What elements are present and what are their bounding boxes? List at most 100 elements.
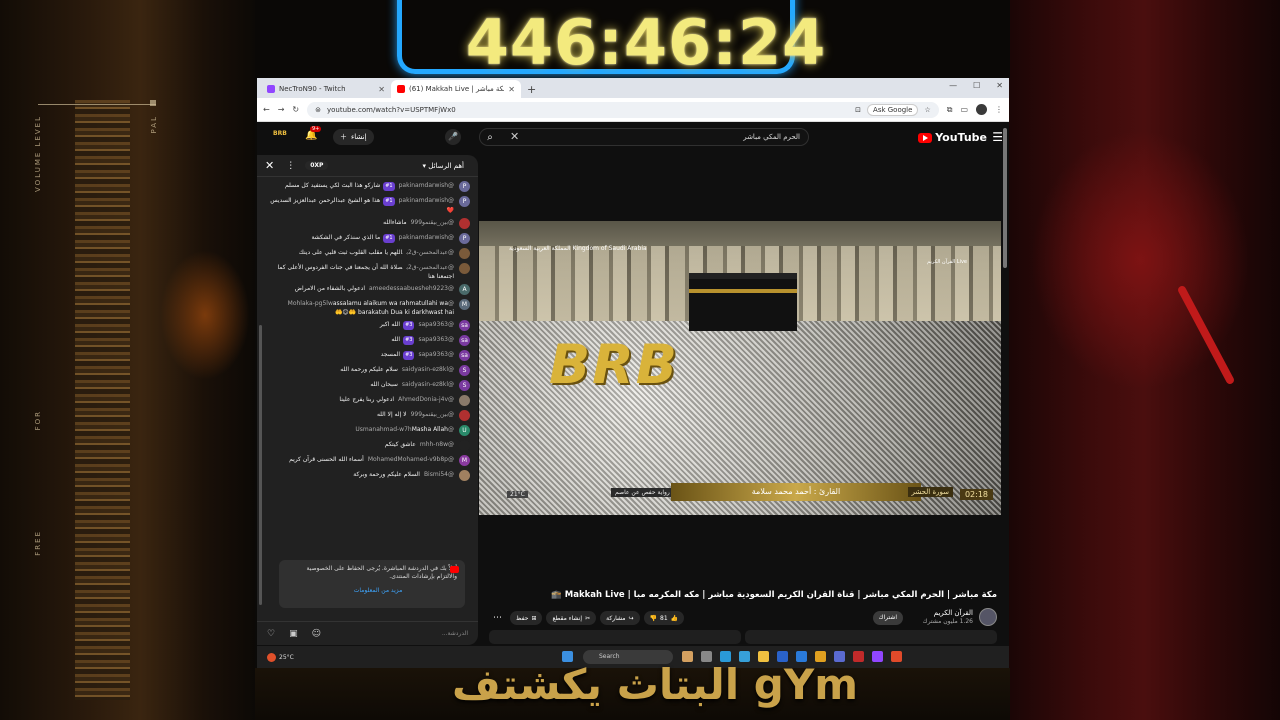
create-label: إنشاء	[351, 133, 367, 141]
browser-menu-icon[interactable]: ⋮	[995, 105, 1003, 114]
address-bar: ← → ↻ ⊜ youtube.com/watch?v=USPTMFjWx0 ⊡…	[257, 98, 1009, 122]
share-button[interactable]: مشاركة ↪	[600, 611, 640, 625]
xp-badge[interactable]: 0XP	[305, 161, 329, 170]
maximize-icon[interactable]: ☐	[973, 81, 980, 90]
like-icon[interactable]: 👍	[671, 615, 678, 622]
close-chat-icon[interactable]: ✕	[265, 159, 274, 172]
chat-rank-badge: #3	[403, 321, 415, 330]
chat-avatar[interactable]	[459, 440, 470, 451]
chat-scrollbar[interactable]	[259, 325, 262, 605]
back-icon[interactable]: ←	[263, 105, 270, 114]
share-icon: ↪	[628, 614, 634, 622]
chat-author[interactable]: @بين_بيقنمو999	[411, 411, 454, 418]
chat-author[interactable]: @عبدالمحسن-ق2ب	[406, 264, 454, 271]
chat-text: ما الذي سنذكر في الشكشة	[311, 234, 381, 241]
more-actions-icon[interactable]: ⋯	[489, 611, 506, 625]
reload-icon[interactable]: ↻	[292, 105, 299, 114]
chat-author[interactable]: @MohamedMohamed-v9b8p	[368, 456, 454, 463]
clip-button[interactable]: إنشاء مقطع ✂	[546, 611, 597, 625]
chat-message-body: @sapa9363#3الله	[265, 335, 454, 345]
bookmark-icon[interactable]: ☆	[924, 106, 930, 114]
install-icon[interactable]: ⊡	[855, 106, 861, 114]
create-button[interactable]: ＋ إنشاء	[333, 129, 374, 145]
chat-author[interactable]: @ameedessaabuesheh9223	[369, 285, 454, 292]
video-player[interactable]: المملكة العربية السعودية Kingdom of Saud…	[479, 221, 1001, 515]
chat-filter-label: أهم الرسائل	[428, 161, 464, 170]
chat-author[interactable]: @بين_بيقنمو999	[411, 219, 454, 226]
chat-avatar[interactable]: sa	[459, 335, 470, 346]
super-chat-icon[interactable]: ▣	[289, 629, 298, 639]
profile-avatar[interactable]	[976, 104, 987, 115]
ask-google-button[interactable]: Ask Google	[867, 103, 919, 116]
emoji-icon[interactable]: ☺	[312, 629, 321, 639]
save-button[interactable]: حفظ ⊞	[510, 611, 543, 625]
chat-author[interactable]: @sapa9363	[418, 321, 454, 328]
url-field[interactable]: ⊜ youtube.com/watch?v=USPTMFjWx0 ⊡ Ask G…	[307, 101, 939, 118]
hamburger-menu-icon[interactable]: ☰	[992, 130, 1003, 144]
channel-avatar[interactable]: BRB	[273, 130, 289, 142]
chat-avatar[interactable]	[459, 395, 470, 406]
tab-youtube[interactable]: (61) Makkah Live | مكة مباشر ✕	[391, 80, 521, 98]
chat-avatar[interactable]	[459, 248, 470, 259]
close-tab-icon[interactable]: ✕	[378, 85, 385, 94]
forward-icon[interactable]: →	[278, 105, 285, 114]
new-tab-button[interactable]: +	[521, 83, 542, 98]
dislike-icon[interactable]: 👎	[650, 615, 657, 622]
chat-author[interactable]: @Bismi54	[424, 471, 454, 478]
notifications-bell-icon[interactable]: 🔔 9+	[305, 126, 322, 141]
deco-mark	[150, 100, 156, 106]
chat-avatar[interactable]: P	[459, 196, 470, 207]
close-tab-icon[interactable]: ✕	[508, 85, 515, 94]
chat-message-body: @sapa9363#3الله اكبر	[265, 320, 454, 330]
extensions-icon[interactable]: ⧉	[947, 105, 953, 115]
chat-author[interactable]: @mhh-n8w	[420, 441, 454, 448]
chat-author[interactable]: @pakinamdarwish	[399, 197, 454, 204]
chat-author[interactable]: @AhmedDonia-j4v	[398, 396, 454, 403]
chat-avatar[interactable]: M	[459, 299, 470, 310]
chat-avatar[interactable]: P	[459, 181, 470, 192]
chat-input[interactable]: الدردشة...	[335, 630, 468, 637]
chat-avatar[interactable]: U	[459, 425, 470, 436]
description-preview[interactable]	[489, 630, 997, 644]
chat-filter-select[interactable]: أهم الرسائل ▾	[423, 162, 464, 170]
page-scrollbar[interactable]	[1003, 128, 1007, 268]
sidepanel-icon[interactable]: ▭	[960, 105, 968, 114]
chat-message-body: @sapa9363#3المسجد	[265, 350, 454, 360]
chat-author[interactable]: @sapa9363	[418, 336, 454, 343]
chat-message-body: @Mohlaka-pg5lwassalamu alaikum wa rahmat…	[265, 299, 454, 317]
chat-avatar[interactable]	[459, 263, 470, 274]
learn-more-link[interactable]: مزيد من المعلومات	[299, 587, 457, 595]
subscribe-button[interactable]: اشتراك	[872, 611, 903, 625]
chat-avatar[interactable]: M	[459, 455, 470, 466]
chat-avatar[interactable]	[459, 410, 470, 421]
chat-author[interactable]: @pakinamdarwish	[399, 234, 454, 241]
more-options-icon[interactable]: ⋮	[286, 161, 295, 171]
chat-avatar[interactable]: P	[459, 233, 470, 244]
minimize-icon[interactable]: —	[949, 81, 957, 90]
tab-twitch[interactable]: NecTroN90 - Twitch ✕	[261, 80, 391, 98]
heart-icon[interactable]: ♡	[267, 629, 275, 639]
chat-avatar[interactable]: S	[459, 365, 470, 376]
search-icon[interactable]: ⌕	[479, 128, 501, 146]
voice-search-icon[interactable]: 🎤	[445, 129, 461, 145]
chat-author[interactable]: @عبدالمحسن-ق2ب	[406, 249, 454, 256]
chat-message-body: @pakinamdarwish#1هذا هو الشيخ عبدالرحمن …	[265, 196, 454, 215]
left-gym-strip	[75, 100, 130, 700]
search-input[interactable]: الحرم المكي مباشر ✕	[479, 128, 809, 146]
site-info-icon[interactable]: ⊜	[315, 106, 321, 114]
chat-author[interactable]: @saidyasin-ez8kl	[402, 381, 454, 388]
chat-avatar[interactable]: sa	[459, 350, 470, 361]
channel-avatar[interactable]	[979, 608, 997, 626]
clear-search-icon[interactable]: ✕	[510, 130, 519, 143]
close-window-icon[interactable]: ✕	[996, 81, 1003, 90]
chat-author[interactable]: @sapa9363	[418, 351, 454, 358]
youtube-logo[interactable]: YouTube	[918, 131, 987, 144]
channel-name[interactable]: القرآن الكريم	[934, 609, 973, 617]
chat-avatar[interactable]: A	[459, 284, 470, 295]
chat-avatar[interactable]: sa	[459, 320, 470, 331]
chat-author[interactable]: @saidyasin-ez8kl	[402, 366, 454, 373]
chat-avatar[interactable]: S	[459, 380, 470, 391]
chat-author[interactable]: @pakinamdarwish	[399, 182, 454, 189]
chat-avatar[interactable]	[459, 218, 470, 229]
chat-avatar[interactable]	[459, 470, 470, 481]
